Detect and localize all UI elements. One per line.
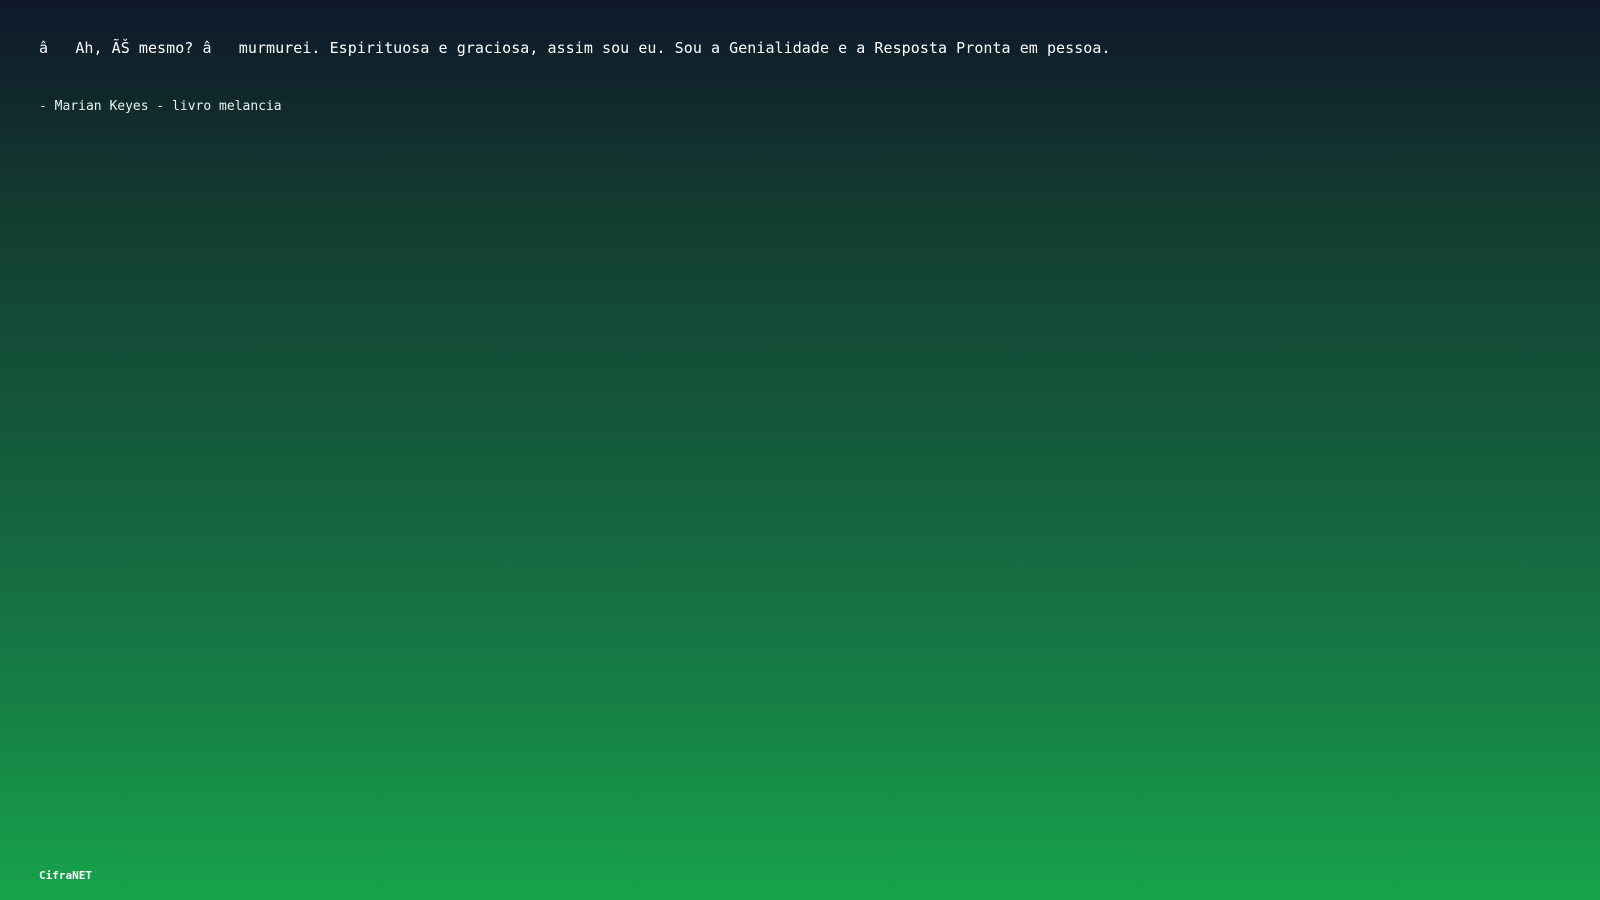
quote-text: â Ah, ÃŠ mesmo? â murmurei. Espirituosa … <box>39 39 1111 57</box>
quote-page: â Ah, ÃŠ mesmo? â murmurei. Espirituosa … <box>0 0 1600 900</box>
quote-author: - Marian Keyes - livro melancia <box>39 99 282 114</box>
brand-label: CifraNET <box>39 869 92 882</box>
